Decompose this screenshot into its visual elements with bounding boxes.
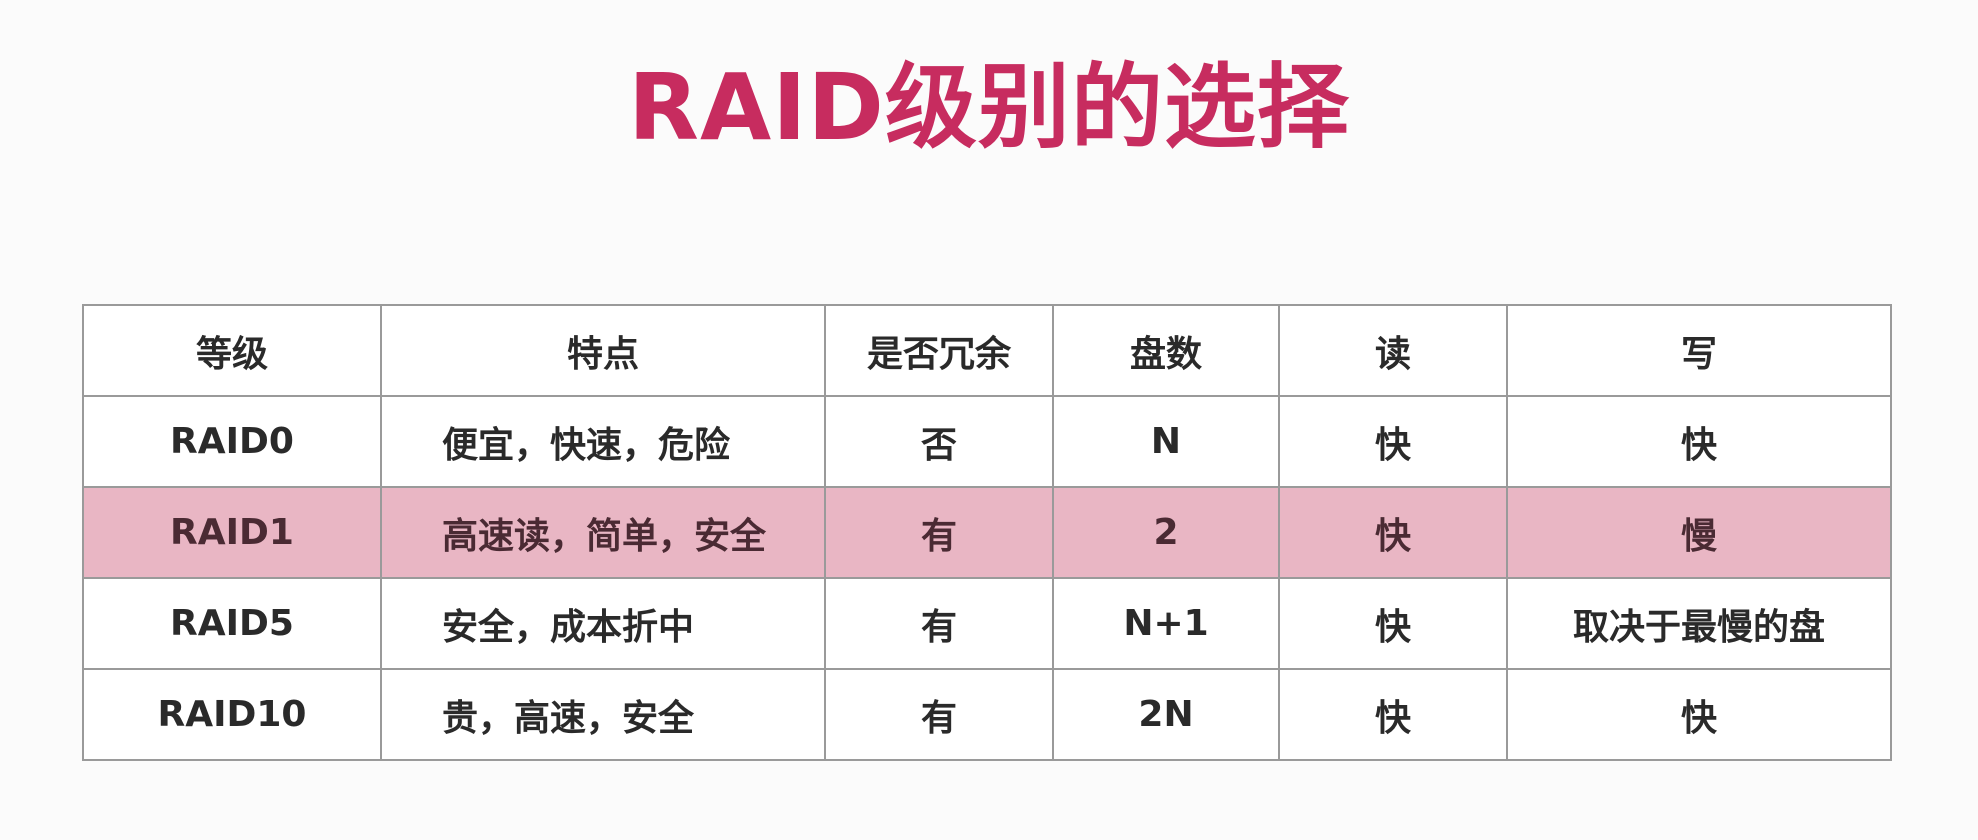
cell-redundant: 有 <box>824 486 1054 579</box>
header-level: 等级 <box>82 304 382 397</box>
cell-level: RAID10 <box>82 668 382 761</box>
cell-redundant: 有 <box>824 577 1054 670</box>
table-row-highlighted: RAID1 高速读，简单，安全 有 2 快 慢 <box>82 486 1892 579</box>
cell-feature: 贵，高速，安全 <box>380 668 826 761</box>
table-row: RAID10 贵，高速，安全 有 2N 快 快 <box>82 668 1892 761</box>
header-read: 读 <box>1278 304 1508 397</box>
cell-redundant: 否 <box>824 395 1054 488</box>
header-feature: 特点 <box>380 304 826 397</box>
cell-read: 快 <box>1278 577 1508 670</box>
cell-write: 快 <box>1506 395 1892 488</box>
cell-disks: N+1 <box>1052 577 1280 670</box>
cell-write: 取决于最慢的盘 <box>1506 577 1892 670</box>
cell-write: 慢 <box>1506 486 1892 579</box>
cell-read: 快 <box>1278 668 1508 761</box>
cell-write: 快 <box>1506 668 1892 761</box>
cell-level: RAID0 <box>82 395 382 488</box>
raid-level-table: 等级 特点 是否冗余 盘数 读 写 RAID0 便宜，快速，危险 否 N 快 快… <box>82 304 1892 761</box>
cell-disks: 2N <box>1052 668 1280 761</box>
cell-disks: 2 <box>1052 486 1280 579</box>
cell-level: RAID5 <box>82 577 382 670</box>
cell-level: RAID1 <box>82 486 382 579</box>
page-title: RAID级别的选择 <box>628 54 1350 161</box>
cell-feature: 高速读，简单，安全 <box>380 486 826 579</box>
header-write: 写 <box>1506 304 1892 397</box>
table-header-row: 等级 特点 是否冗余 盘数 读 写 <box>82 304 1892 397</box>
header-redundant: 是否冗余 <box>824 304 1054 397</box>
cell-disks: N <box>1052 395 1280 488</box>
cell-redundant: 有 <box>824 668 1054 761</box>
header-disks: 盘数 <box>1052 304 1280 397</box>
cell-feature: 安全，成本折中 <box>380 577 826 670</box>
table-row: RAID5 安全，成本折中 有 N+1 快 取决于最慢的盘 <box>82 577 1892 670</box>
cell-feature: 便宜，快速，危险 <box>380 395 826 488</box>
cell-read: 快 <box>1278 486 1508 579</box>
table-row: RAID0 便宜，快速，危险 否 N 快 快 <box>82 395 1892 488</box>
cell-read: 快 <box>1278 395 1508 488</box>
